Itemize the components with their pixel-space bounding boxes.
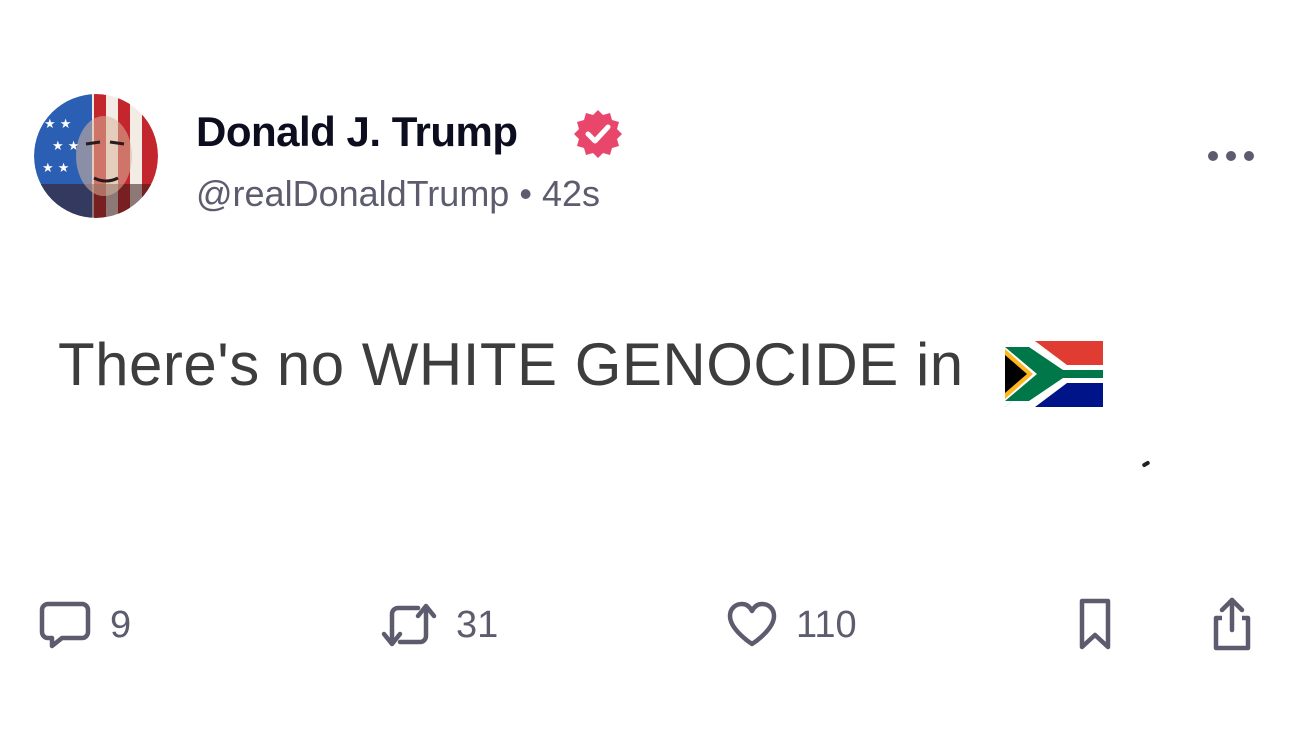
like-count: 110	[796, 603, 857, 646]
repost-icon	[381, 603, 437, 647]
repost-button[interactable]: 31	[380, 597, 498, 653]
share-icon	[1213, 597, 1251, 651]
author-handle[interactable]: @realDonaldTrump	[196, 173, 509, 214]
post-timestamp[interactable]: 42s	[542, 173, 600, 214]
author-display-name[interactable]: Donald J. Trump	[196, 108, 518, 156]
svg-text:★ ★: ★ ★	[52, 139, 79, 154]
bookmark-button[interactable]	[1074, 597, 1116, 653]
more-horizontal-icon[interactable]	[1206, 145, 1256, 167]
reply-count: 9	[110, 603, 132, 646]
post-body-text: There's no WHITE GENOCIDE in	[58, 331, 964, 398]
post-card: ★ ★ ★ ★ ★ ★ Donald J. Trump @realDonaldT…	[0, 0, 1300, 750]
share-button[interactable]	[1208, 597, 1256, 653]
author-meta: @realDonaldTrump • 42s	[196, 173, 600, 215]
image-artifact	[1141, 460, 1151, 468]
heart-icon	[727, 601, 777, 647]
like-button[interactable]: 110	[726, 597, 857, 653]
bookmark-icon	[1079, 598, 1111, 650]
reply-icon	[39, 601, 91, 649]
avatar[interactable]: ★ ★ ★ ★ ★ ★	[34, 94, 158, 218]
svg-text:★ ★: ★ ★	[44, 117, 71, 132]
south-africa-flag	[1005, 341, 1103, 407]
meta-separator: •	[519, 173, 532, 214]
reply-button[interactable]: 9	[38, 597, 131, 653]
repost-count: 31	[456, 603, 499, 646]
verified-badge-icon	[574, 110, 622, 158]
svg-text:★ ★: ★ ★	[42, 161, 69, 176]
avatar-image: ★ ★ ★ ★ ★ ★	[34, 94, 158, 218]
